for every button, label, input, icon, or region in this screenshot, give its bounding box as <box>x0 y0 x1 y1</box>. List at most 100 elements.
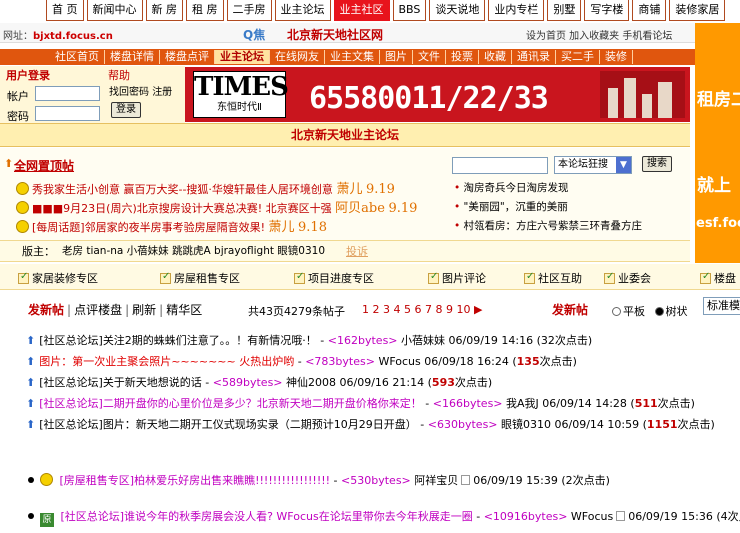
forum-menu-item[interactable]: 通讯录 <box>512 50 556 64</box>
top-nav-tab[interactable]: 业主社区 <box>333 0 390 21</box>
pinned-post[interactable]: ⬆ [社区总论坛]图片：新天地二期开工仪式现场实录（二期预计10月29日开盘） -… <box>26 416 715 432</box>
pagination[interactable]: 1 2 3 4 5 6 7 8 9 10 ▶ <box>362 303 482 316</box>
forum-menu-item[interactable]: 楼盘详情 <box>105 50 160 64</box>
forum-title: 北京新天地业主论坛 <box>0 123 690 147</box>
check-icon <box>604 271 615 284</box>
view-select[interactable]: 标准模 <box>703 297 740 315</box>
announcement-heading[interactable]: 全网置顶帖 <box>14 157 74 174</box>
find-password-link[interactable]: 找回密码 <box>109 87 149 98</box>
digest-link[interactable]: 精华区 <box>166 303 202 317</box>
related-link[interactable]: • "美丽园"，沉重的美丽 <box>454 199 568 214</box>
login-panel: 用户登录 帮助 帐户 密码 找回密码 注册 登录 <box>0 66 185 126</box>
top-nav-tab[interactable]: BBS <box>392 0 427 21</box>
category-link[interactable]: 项目进度专区 <box>294 270 374 286</box>
related-link[interactable]: • 淘房奇兵今日淘房发现 <box>454 180 569 195</box>
check-icon <box>524 271 535 284</box>
category-link[interactable]: 楼盘 <box>700 270 736 286</box>
flat-radio[interactable] <box>612 307 621 316</box>
pinned-icon: ⬆ <box>26 334 36 347</box>
related-link[interactable]: • 村瓴看房：方庄六号紫禁三环青叠方庄 <box>454 218 642 233</box>
ad-line-2: 就上 <box>697 176 731 196</box>
new-post-button[interactable]: 发新帖 <box>28 303 64 317</box>
top-nav-tab[interactable]: 业主论坛 <box>274 0 331 21</box>
category-link[interactable]: 图片评论 <box>428 270 486 286</box>
help-link[interactable]: 帮助 <box>108 67 130 83</box>
forum-menu: 社区首页 楼盘详情 楼盘点评 业主论坛 在线网友 业主文集 图片 文件 投票 收藏 通讯录 买二手 装修 <box>0 49 695 65</box>
list-item[interactable]: [房屋租售专区]柏林爱乐好房出售来瞧瞧!!!!!!!!!!!!!!!!! - <… <box>28 472 610 488</box>
forum-menu-item[interactable]: 业主论坛 <box>215 50 270 64</box>
new-post-button-2[interactable]: 发新帖 <box>552 301 588 318</box>
top-nav-tab[interactable]: 写字楼 <box>584 0 630 21</box>
top-nav-tab[interactable]: 装修家居 <box>669 0 726 21</box>
moderators-bar: 版主： 老房 tian-na 小蓓妹妹 跳跳虎A bjrayoflight 眼镜… <box>0 240 690 262</box>
times-logo: TIMES 东恒时代Ⅱ <box>193 71 289 118</box>
top-nav-tab[interactable]: 谈天说地 <box>429 0 486 21</box>
moderators-list[interactable]: 老房 tian-na 小蓓妹妹 跳跳虎A bjrayoflight 眼镜0310 <box>62 241 325 262</box>
site-title: 北京新天地社区网 <box>287 28 384 42</box>
announcement-item[interactable]: 秀我家生活小创意 赢百万大奖--搜狐·华嫂轩最佳人居环境创意 萧儿 9.19 <box>16 178 395 197</box>
account-input[interactable] <box>35 86 100 101</box>
toolbar-left: 发新帖 | 点评楼盘 | 刷新 | 精华区 <box>28 303 203 317</box>
search-button[interactable]: 搜索 <box>642 156 672 172</box>
forum-menu-item[interactable]: 业主文集 <box>325 50 380 64</box>
category-link[interactable]: 房屋租售专区 <box>160 270 240 286</box>
announcement-item[interactable]: ■■■9月23日(周六)北京搜房设计大赛总决赛! 北京赛区十强 阿贝abe 9.… <box>16 197 417 216</box>
top-nav-tab[interactable]: 二手房 <box>226 0 272 21</box>
pinned-post[interactable]: ⬆ 图片：第一次业主聚会照片~~~~~~~ 火热出炉哟 - <783bytes> … <box>26 353 577 369</box>
tree-radio[interactable] <box>654 307 664 316</box>
forum-menu-item[interactable]: 文件 <box>413 50 446 64</box>
account-label: 帐户 <box>7 90 29 103</box>
category-link[interactable]: 社区互助 <box>524 270 582 286</box>
password-input[interactable] <box>35 106 100 121</box>
top-nav-tab[interactable]: 业内专栏 <box>488 0 545 21</box>
register-link[interactable]: 注册 <box>152 87 172 98</box>
banner-ad[interactable]: TIMES 东恒时代Ⅱ 65580011/22/33 <box>185 67 690 122</box>
forum-menu-item[interactable]: 在线网友 <box>270 50 325 64</box>
forum-menu-item[interactable]: 楼盘点评 <box>160 50 215 64</box>
search-panel: 本论坛狂搜 ▼ 搜索 • 淘房奇兵今日淘房发现 • "美丽园"，沉重的美丽 • 村… <box>445 148 690 240</box>
forum-menu-item[interactable]: 社区首页 <box>50 50 105 64</box>
refresh-link[interactable]: 刷新 <box>132 303 156 317</box>
side-ad[interactable]: 租房二 就上 esf.foc <box>695 23 740 263</box>
pinned-icon: ⬆ <box>26 418 36 431</box>
check-icon <box>160 271 171 284</box>
announcement-item[interactable]: [每周话题]邻居家的夜半房事考验房屋隔音效果! 萧儿 9.18 <box>16 216 327 235</box>
forum-menu-item[interactable]: 买二手 <box>556 50 600 64</box>
pinned-post[interactable]: ⬆ [社区总论坛]二期开盘你的心里价位是多少？北京新天地二期开盘价格你来定！ - … <box>26 395 695 411</box>
top-nav-tab[interactable]: 新 房 <box>145 0 183 21</box>
forum-menu-item[interactable]: 装修 <box>600 50 633 64</box>
top-nav-tab[interactable]: 商铺 <box>632 0 667 21</box>
login-title: 用户登录 <box>6 69 50 82</box>
bullet-icon <box>28 513 34 519</box>
moderators-label: 版主： <box>22 245 55 258</box>
top-nav: 首 页新闻中心新 房租 房二手房 业主论坛 业主社区 BBS 谈天说地 业内专栏 别墅 写字楼… <box>0 0 740 22</box>
times-brand: TIMES <box>194 72 289 102</box>
top-nav-tab[interactable]: 新闻中心 <box>86 0 143 21</box>
original-badge-icon: 原 <box>40 513 54 527</box>
pinned-post[interactable]: ⬆ [社区总论坛]关注2期的蛛蛛们注意了。。！有新情况哦·！ - <162byte… <box>26 332 592 348</box>
login-button[interactable]: 登录 <box>111 102 141 118</box>
site-logo: Q焦 <box>243 28 266 42</box>
list-item[interactable]: 原 [社区总论坛]谁说今年的秋季房展会没人看? WFocus在论坛里带你去今年秋… <box>28 508 740 527</box>
review-link[interactable]: 点评楼盘 <box>74 303 122 317</box>
forum-menu-item[interactable]: 投票 <box>446 50 479 64</box>
top-nav-tab[interactable]: 别墅 <box>547 0 582 21</box>
forum-menu-item[interactable]: 收藏 <box>479 50 512 64</box>
forum-menu-item[interactable]: 图片 <box>380 50 413 64</box>
header-links[interactable]: 设为首页 加入收藏夹 手机看论坛 <box>526 27 672 42</box>
smiley-icon <box>40 473 53 486</box>
category-link[interactable]: 业委会 <box>604 270 651 286</box>
search-scope-select[interactable]: 本论坛狂搜 ▼ <box>554 156 632 174</box>
top-nav-tab[interactable]: 租 房 <box>186 0 224 21</box>
category-link[interactable]: 家居装修专区 <box>18 270 98 286</box>
pinned-post[interactable]: ⬆ [社区总论坛]关于新天地想说的话 - <589bytes> 神仙2008 06… <box>26 374 492 390</box>
search-input[interactable] <box>452 157 548 174</box>
building-image <box>600 71 685 118</box>
login-links: 找回密码 注册 <box>109 83 172 98</box>
times-sub: 东恒时代Ⅱ <box>217 102 262 113</box>
pin-icon: ⬆ <box>4 157 14 170</box>
top-nav-tab[interactable]: 首 页 <box>46 0 84 21</box>
bullet-icon <box>28 477 34 483</box>
smiley-icon <box>16 220 29 233</box>
complaint-link[interactable]: 投诉 <box>346 241 368 262</box>
